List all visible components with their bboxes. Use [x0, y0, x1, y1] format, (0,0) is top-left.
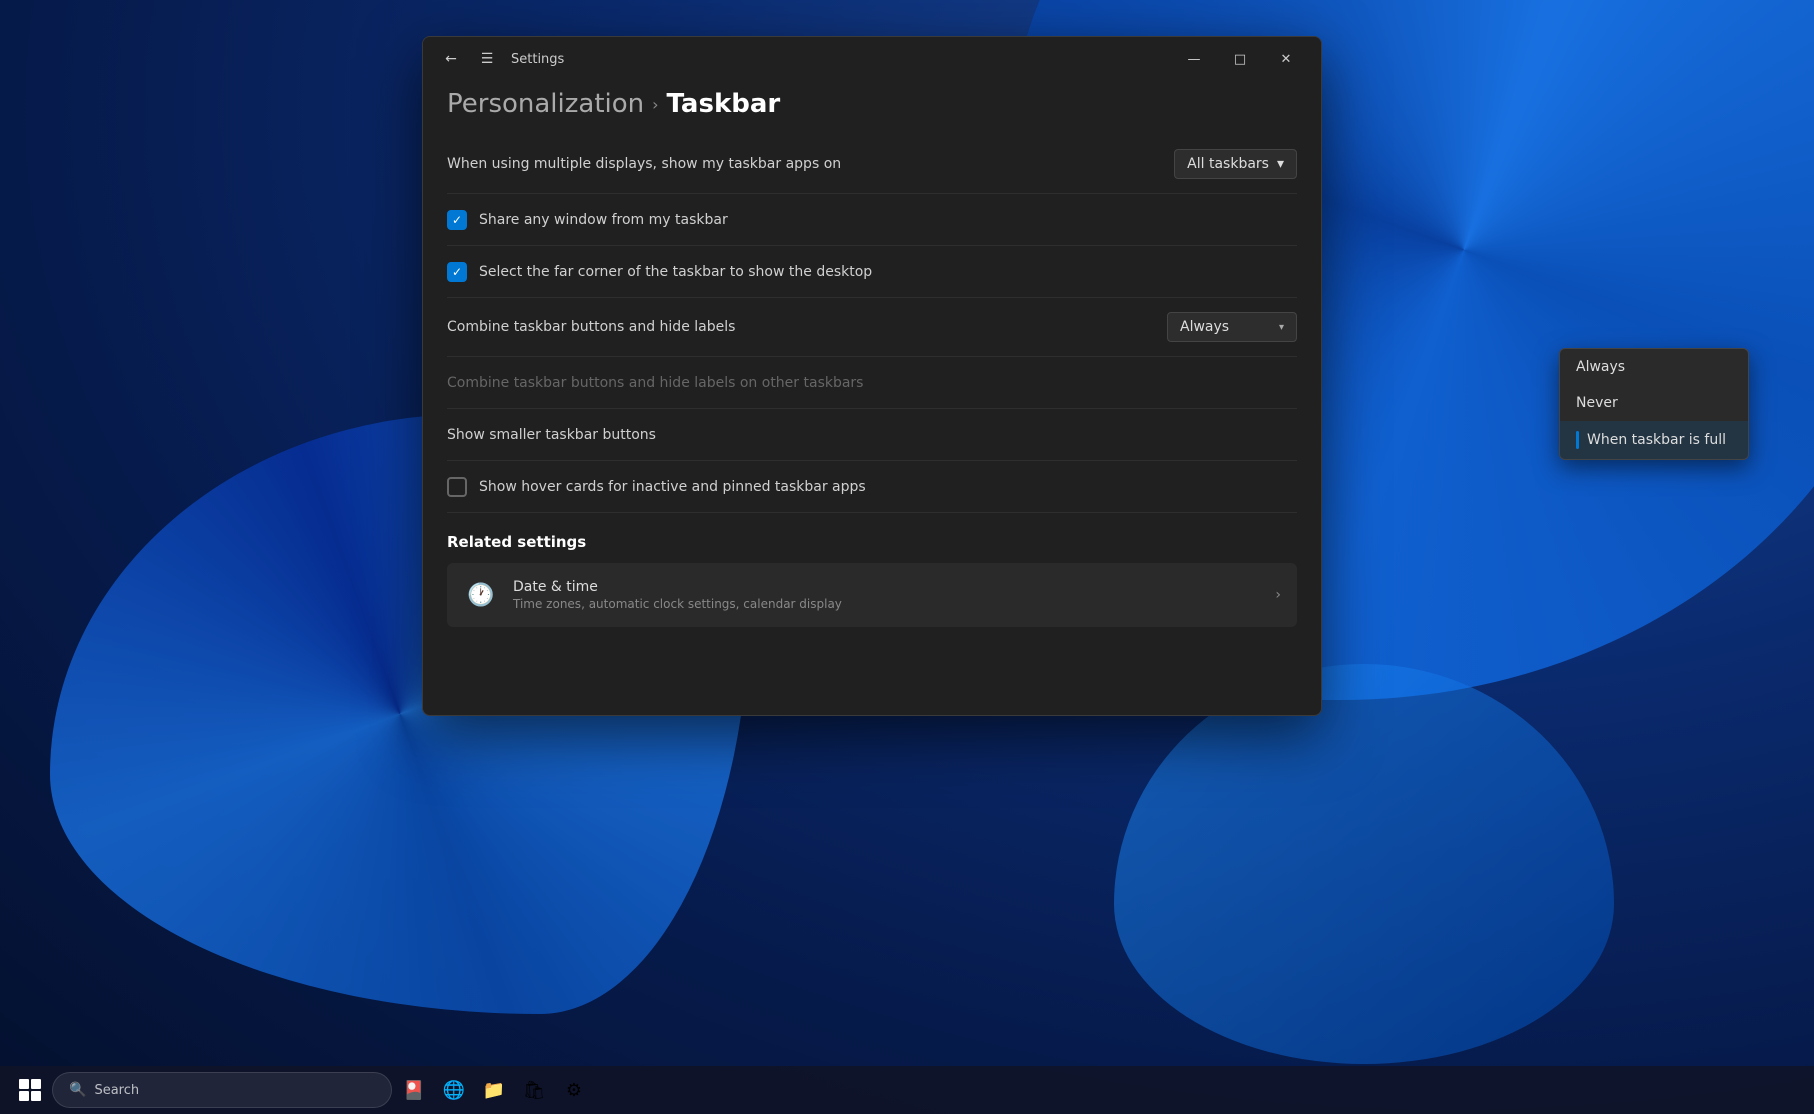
smaller-buttons-label: Show smaller taskbar buttons — [447, 427, 1297, 443]
menu-button[interactable]: ☰ — [471, 43, 503, 75]
breadcrumb-separator: › — [652, 95, 658, 114]
maximize-button[interactable]: □ — [1217, 43, 1263, 75]
combine-other-row: Combine taskbar buttons and hide labels … — [447, 357, 1297, 409]
multiple-displays-label: When using multiple displays, show my ta… — [447, 156, 1174, 172]
start-icon — [19, 1079, 41, 1101]
minimize-button[interactable]: — — [1171, 43, 1217, 75]
window-titlebar: ← ☰ Settings — □ ✕ — [423, 37, 1321, 81]
all-taskbars-value: All taskbars — [1187, 156, 1269, 172]
content-area: When using multiple displays, show my ta… — [423, 135, 1321, 703]
settings-window: ← ☰ Settings — □ ✕ Personalization › Tas… — [422, 36, 1322, 716]
far-corner-checkbox[interactable] — [447, 262, 467, 282]
taskbar-search[interactable]: 🔍 Search — [52, 1072, 392, 1108]
settings-taskbar-icon[interactable]: ⚙ — [556, 1072, 592, 1108]
combine-other-label: Combine taskbar buttons and hide labels … — [447, 375, 1297, 391]
share-window-row: Share any window from my taskbar — [447, 194, 1297, 246]
hover-cards-row: Show hover cards for inactive and pinned… — [447, 461, 1297, 513]
dropdown-always-label: Always — [1576, 359, 1625, 375]
breadcrumb-parent[interactable]: Personalization — [447, 89, 644, 119]
dropdown-option-always[interactable]: Always — [1560, 349, 1748, 385]
start-button[interactable] — [12, 1072, 48, 1108]
hover-cards-checkbox[interactable] — [447, 477, 467, 497]
dropdown-never-label: Never — [1576, 395, 1618, 411]
breadcrumb: Personalization › Taskbar — [423, 81, 1321, 135]
window-controls: — □ ✕ — [1171, 43, 1309, 75]
date-time-icon: 🕐 — [463, 577, 499, 613]
related-settings-title: Related settings — [447, 513, 1297, 563]
dropdown-when-full-label: When taskbar is full — [1587, 432, 1726, 448]
dropdown-option-never[interactable]: Never — [1560, 385, 1748, 421]
all-taskbars-caret: ▾ — [1277, 156, 1284, 172]
combine-buttons-dropdown[interactable]: Always ▾ — [1167, 312, 1297, 342]
far-corner-label: Select the far corner of the taskbar to … — [479, 264, 1297, 280]
search-icon: 🔍 — [69, 1082, 86, 1098]
all-taskbars-dropdown[interactable]: All taskbars ▾ — [1174, 149, 1297, 179]
taskbar: 🔍 Search 🎴 🌐 📁 🛍 ⚙ — [0, 1066, 1814, 1114]
selection-indicator — [1576, 431, 1579, 449]
share-window-checkbox[interactable] — [447, 210, 467, 230]
date-time-chevron: › — [1275, 587, 1281, 603]
window-title: Settings — [511, 52, 1163, 67]
hover-cards-label: Show hover cards for inactive and pinned… — [479, 479, 1297, 495]
edge-icon[interactable]: 🌐 — [436, 1072, 472, 1108]
combine-buttons-row: Combine taskbar buttons and hide labels … — [447, 298, 1297, 357]
combine-buttons-caret: ▾ — [1279, 322, 1284, 333]
back-button[interactable]: ← — [435, 43, 467, 75]
combine-buttons-dropdown-menu: Always Never When taskbar is full — [1559, 348, 1749, 460]
breadcrumb-current: Taskbar — [667, 89, 781, 119]
dropdown-option-when-full[interactable]: When taskbar is full — [1560, 421, 1748, 459]
close-button[interactable]: ✕ — [1263, 43, 1309, 75]
multiple-displays-row: When using multiple displays, show my ta… — [447, 135, 1297, 194]
share-window-label: Share any window from my taskbar — [479, 212, 1297, 228]
smaller-buttons-row: Show smaller taskbar buttons — [447, 409, 1297, 461]
combine-buttons-value: Always — [1180, 319, 1229, 335]
date-time-item[interactable]: 🕐 Date & time Time zones, automatic cloc… — [447, 563, 1297, 627]
widgets-icon[interactable]: 🎴 — [396, 1072, 432, 1108]
far-corner-row: Select the far corner of the taskbar to … — [447, 246, 1297, 298]
store-icon[interactable]: 🛍 — [516, 1072, 552, 1108]
titlebar-nav: ← ☰ — [435, 43, 503, 75]
date-time-title: Date & time — [513, 579, 1261, 595]
explorer-icon[interactable]: 📁 — [476, 1072, 512, 1108]
date-time-desc: Time zones, automatic clock settings, ca… — [513, 597, 1261, 611]
date-time-text: Date & time Time zones, automatic clock … — [513, 579, 1261, 611]
search-text: Search — [94, 1083, 139, 1098]
combine-buttons-label: Combine taskbar buttons and hide labels — [447, 319, 1167, 335]
